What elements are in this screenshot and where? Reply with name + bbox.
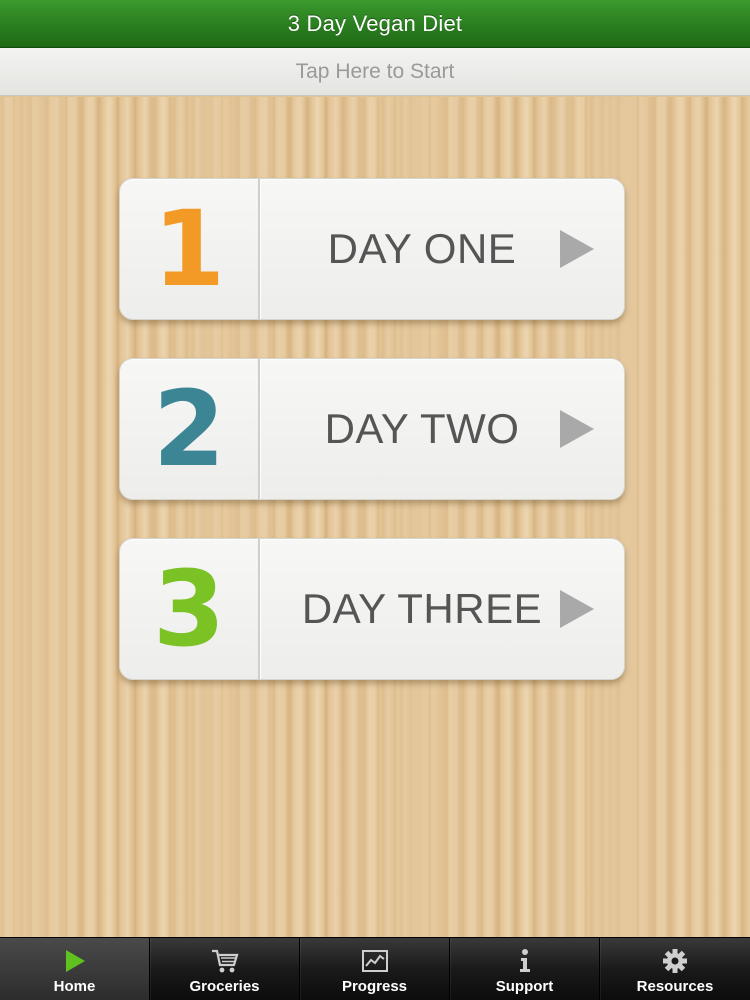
tab-label: Home (53, 978, 96, 995)
tab-support[interactable]: Support (450, 938, 600, 1000)
day-three-button[interactable]: 3 DAY THREE (119, 538, 625, 680)
day-number: 3 (152, 548, 226, 670)
title-bar: 3 Day Vegan Diet (0, 0, 750, 48)
tab-progress[interactable]: Progress (300, 938, 450, 1000)
tab-groceries[interactable]: Groceries (150, 938, 300, 1000)
tab-label: Groceries (189, 978, 260, 995)
play-icon (63, 947, 87, 975)
tab-resources[interactable]: Resources (600, 938, 750, 1000)
day-number-cell: 3 (120, 539, 260, 679)
tab-label: Progress (341, 978, 408, 995)
arrow-right-icon (560, 230, 594, 268)
arrow-right-icon (560, 410, 594, 448)
tab-label: Resources (636, 978, 714, 995)
start-banner[interactable]: Tap Here to Start (0, 48, 750, 96)
arrow-right-icon (560, 590, 594, 628)
gear-icon (662, 947, 688, 975)
tab-home[interactable]: Home (0, 938, 150, 1000)
info-icon (517, 947, 533, 975)
tab-bar: Home Groceries Progress Support Resource… (0, 937, 750, 1000)
day-two-button[interactable]: 2 DAY TWO (119, 358, 625, 500)
day-number: 2 (152, 368, 226, 490)
day-one-button[interactable]: 1 DAY ONE (119, 178, 625, 320)
day-number-cell: 1 (120, 179, 260, 319)
day-label: DAY ONE (327, 225, 517, 272)
cart-icon (211, 947, 239, 975)
tab-label: Support (495, 978, 554, 995)
chart-icon (361, 947, 389, 975)
app-title: 3 Day Vegan Diet (287, 10, 463, 36)
day-number: 1 (152, 188, 226, 310)
day-label: DAY THREE (301, 585, 543, 632)
start-label: Tap Here to Start (295, 59, 455, 83)
day-label: DAY TWO (324, 405, 520, 452)
day-number-cell: 2 (120, 359, 260, 499)
